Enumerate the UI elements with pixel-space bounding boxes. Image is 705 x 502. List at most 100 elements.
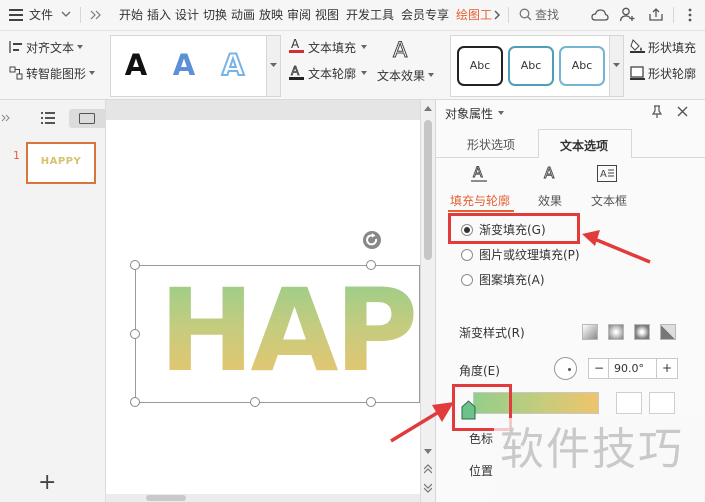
option-pattern-fill[interactable]: 图案填充(A) xyxy=(479,271,545,288)
tab-shape-options[interactable]: 形状选项 xyxy=(467,136,515,153)
text-outline-button[interactable]: 文本轮廓 xyxy=(308,65,356,82)
dropdown-arrow-icon[interactable] xyxy=(428,73,434,77)
art-text-style-outline[interactable]: A xyxy=(213,45,253,85)
text-effect-button[interactable]: 文本效果 xyxy=(377,67,425,84)
dropdown-arrow-icon[interactable] xyxy=(498,111,504,115)
add-stop-button[interactable] xyxy=(616,392,642,414)
effect-icon[interactable]: A xyxy=(542,164,558,184)
text-fill-button[interactable]: 文本填充 xyxy=(308,39,356,56)
remove-stop-button[interactable] xyxy=(649,392,675,414)
subtab-fill-outline[interactable]: 填充与轮廓 xyxy=(450,192,510,209)
slide-view-tab[interactable] xyxy=(69,109,105,128)
text-effect-icon[interactable]: A xyxy=(390,37,414,62)
add-slide-button[interactable]: + xyxy=(38,472,56,494)
dropdown-arrow-icon[interactable] xyxy=(89,71,95,75)
tab-member[interactable]: 会员专享 xyxy=(401,0,449,30)
shape-style-light-blue[interactable]: Abc xyxy=(559,46,605,86)
scroll-up-icon[interactable] xyxy=(424,105,432,111)
tab-design[interactable]: 设计 xyxy=(175,0,199,30)
wordart-text[interactable]: HAP xyxy=(106,265,420,403)
annotation-arrow-lower xyxy=(390,402,454,443)
fill-outline-icon[interactable]: A xyxy=(471,164,487,184)
tab-slideshow[interactable]: 放映 xyxy=(259,0,283,30)
more-options-icon[interactable] xyxy=(688,8,692,22)
close-icon[interactable] xyxy=(677,106,688,117)
cloud-sync-icon[interactable] xyxy=(591,7,609,22)
tab-home[interactable]: 开始 xyxy=(119,0,143,30)
tab-insert[interactable]: 插入 xyxy=(147,0,171,30)
option-picture-fill[interactable]: 图片或纹理填充(P) xyxy=(479,246,580,263)
angle-value-input[interactable]: 90.0° xyxy=(614,362,644,375)
shape-fill-icon[interactable] xyxy=(630,39,645,53)
text-outline-icon[interactable]: A xyxy=(289,64,304,81)
panel-collapse-icon[interactable] xyxy=(1,114,10,122)
tab-scroll-right-icon[interactable] xyxy=(494,10,501,20)
align-text-icon[interactable] xyxy=(9,40,23,54)
angle-increment-button[interactable]: + xyxy=(662,361,672,375)
tab-text-options-active[interactable]: 文本选项 xyxy=(538,129,632,158)
resize-handle-bottom-right[interactable] xyxy=(366,397,376,407)
shape-fill-button[interactable]: 形状填充 xyxy=(648,39,696,56)
previous-page-icon[interactable] xyxy=(424,464,432,474)
annotation-arrow-upper xyxy=(582,230,651,264)
smart-shape-button[interactable]: 转智能图形 xyxy=(26,65,86,82)
search-icon[interactable] xyxy=(519,8,532,21)
slide-thumbnail[interactable]: HAPPY xyxy=(26,142,96,184)
search-label[interactable]: 查找 xyxy=(535,0,559,30)
art-text-style-black[interactable]: A xyxy=(116,45,156,85)
radio-picture-fill[interactable] xyxy=(461,249,473,261)
tab-view[interactable]: 视图 xyxy=(315,0,339,30)
tab-drawing-tools[interactable]: 绘图工 xyxy=(456,0,494,30)
angle-decrement-button[interactable]: − xyxy=(594,361,604,375)
resize-handle-bottom-left[interactable] xyxy=(130,397,140,407)
file-menu[interactable]: 文件 xyxy=(29,0,53,30)
slide-number: 1 xyxy=(13,149,20,162)
gradient-style-rectangular[interactable] xyxy=(634,324,650,340)
tab-review[interactable]: 审阅 xyxy=(287,0,311,30)
tab-transition[interactable]: 切换 xyxy=(203,0,227,30)
shape-style-dark[interactable]: Abc xyxy=(457,46,503,86)
double-chevron-icon[interactable] xyxy=(90,10,102,20)
subtab-effect[interactable]: 效果 xyxy=(538,192,562,209)
next-page-icon[interactable] xyxy=(424,483,432,493)
tab-developer[interactable]: 开发工具 xyxy=(346,0,394,30)
slide-thumbnail-panel: 1 HAPPY + xyxy=(0,100,106,502)
shape-outline-button[interactable]: 形状轮廓 xyxy=(648,65,696,82)
textbox-icon[interactable]: A xyxy=(597,165,617,182)
shape-outline-icon[interactable] xyxy=(630,66,645,80)
outline-view-icon[interactable] xyxy=(41,112,55,124)
tab-animation[interactable]: 动画 xyxy=(231,0,255,30)
share-icon[interactable] xyxy=(648,7,664,22)
gradient-style-radial[interactable] xyxy=(608,324,624,340)
text-fill-icon[interactable]: A xyxy=(289,37,304,54)
align-text-button[interactable]: 对齐文本 xyxy=(26,39,74,56)
pin-icon[interactable] xyxy=(651,105,663,119)
user-add-icon[interactable] xyxy=(619,7,636,22)
resize-handle-top-left[interactable] xyxy=(130,260,140,270)
angle-dial[interactable] xyxy=(554,357,577,380)
gallery-scroll[interactable] xyxy=(609,35,624,97)
horizontal-scrollbar[interactable] xyxy=(106,494,420,502)
smart-shape-icon[interactable] xyxy=(9,66,23,80)
art-text-style-blue[interactable]: A xyxy=(164,45,204,85)
dropdown-arrow-icon[interactable] xyxy=(77,45,83,49)
shape-style-teal[interactable]: Abc xyxy=(508,46,554,86)
angle-label: 角度(E) xyxy=(459,364,500,378)
horizontal-scroll-thumb[interactable] xyxy=(146,495,186,501)
scroll-down-icon[interactable] xyxy=(424,449,432,455)
resize-handle-middle-left[interactable] xyxy=(130,329,140,339)
dropdown-arrow-icon[interactable] xyxy=(361,45,367,49)
resize-handle-bottom-middle[interactable] xyxy=(250,397,260,407)
resize-handle-top-right[interactable] xyxy=(366,260,376,270)
rotate-handle-icon[interactable] xyxy=(362,230,382,250)
gallery-scroll[interactable] xyxy=(266,35,281,97)
subtab-textbox[interactable]: 文本框 xyxy=(591,192,627,209)
radio-pattern-fill[interactable] xyxy=(461,274,473,286)
gradient-style-path[interactable] xyxy=(660,324,676,340)
chevron-down-icon[interactable] xyxy=(61,11,71,18)
hamburger-menu-icon[interactable] xyxy=(9,9,23,21)
vertical-scroll-thumb[interactable] xyxy=(424,120,432,260)
gradient-style-linear[interactable] xyxy=(582,324,598,340)
dropdown-arrow-icon[interactable] xyxy=(361,71,367,75)
panel-title[interactable]: 对象属性 xyxy=(445,105,493,122)
